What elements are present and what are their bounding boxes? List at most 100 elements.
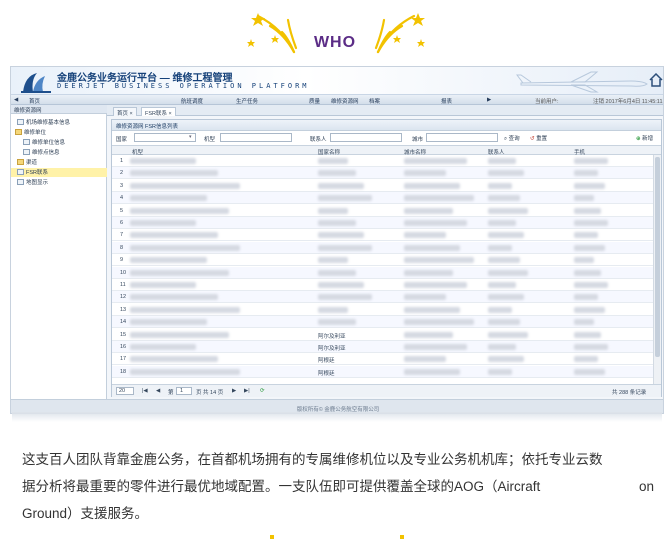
menu-forward-icon[interactable]: ▶: [487, 97, 491, 103]
menu-item[interactable]: 维修资源网: [331, 97, 359, 105]
page-number-input[interactable]: 1: [176, 387, 192, 395]
redacted-cell: [404, 282, 467, 288]
add-button[interactable]: ⊕ 新增: [636, 134, 653, 142]
redacted-cell: [318, 269, 356, 276]
table-row[interactable]: 15 阿尔及利亚: [112, 329, 653, 341]
sidebar-item[interactable]: 渠道: [11, 158, 107, 167]
redacted-cell: [404, 331, 453, 338]
fsr-list-panel: 维修资源网 FSR信息列表 国家 ▾ 机型 联系人 城市 ⌕ 查询 ↺ 重置 ⊕…: [111, 119, 662, 397]
table-row[interactable]: 12: [112, 291, 653, 304]
panel-title: 维修资源网 FSR信息列表: [112, 120, 661, 131]
table-row[interactable]: 7: [112, 229, 653, 242]
redacted-cell: [130, 294, 218, 301]
reset-button[interactable]: ↺ 重置: [530, 134, 547, 142]
table-row[interactable]: 18 阿根廷: [112, 365, 653, 378]
table-row[interactable]: 6: [112, 217, 653, 229]
redacted-cell: [318, 220, 356, 226]
table-row[interactable]: 3: [112, 180, 653, 192]
row-number: 15: [120, 331, 127, 338]
row-number: 10: [120, 269, 127, 276]
sidebar-item[interactable]: FSR联系: [11, 168, 107, 177]
redacted-cell: [488, 170, 524, 177]
redacted-cell: [130, 182, 240, 189]
redacted-cell: [130, 158, 196, 164]
last-page-icon[interactable]: ▶|: [244, 388, 250, 394]
sidebar-item[interactable]: 维修单位: [11, 128, 107, 137]
sidebar-item[interactable]: 维修点信息: [11, 148, 107, 157]
caption-line: 这支百人团队背靠金鹿公务，在首都机场拥有的专属维修机位以及专业公务机机库；依托专…: [22, 452, 603, 467]
filter-bar: 国家 ▾ 机型 联系人 城市 ⌕ 查询 ↺ 重置 ⊕ 新增: [112, 131, 661, 145]
tab-strip: 首页 × FSR联系 ×: [107, 105, 663, 117]
sidebar-item-label: 机场维修基本信息: [26, 120, 71, 126]
row-number: 8: [120, 244, 124, 251]
query-button[interactable]: ⌕ 查询: [504, 134, 520, 143]
table-row[interactable]: 17 阿根廷: [112, 353, 653, 366]
caption-line: Ground）支援服务。: [22, 506, 149, 521]
table-row[interactable]: 10: [112, 266, 653, 279]
table-row[interactable]: 14: [112, 316, 653, 329]
table-row[interactable]: 1: [112, 155, 653, 167]
sidebar-item-label: 地图显示: [26, 180, 49, 186]
next-page-icon[interactable]: ▶: [232, 388, 236, 394]
contact-input[interactable]: [330, 133, 402, 142]
folder-icon: [15, 129, 22, 135]
redacted-cell: [488, 195, 520, 202]
country-cell: 阿尔及利亚: [318, 346, 346, 352]
menu-item[interactable]: 质量: [309, 97, 320, 105]
table-row[interactable]: 8: [112, 241, 653, 254]
menu-item[interactable]: 首页: [29, 97, 40, 105]
redacted-cell: [488, 356, 524, 363]
refresh-icon[interactable]: ⟳: [260, 388, 265, 394]
redacted-cell: [130, 282, 196, 288]
table-row[interactable]: 11: [112, 279, 653, 291]
redacted-cell: [574, 356, 598, 363]
redacted-cell: [404, 306, 460, 313]
menu-item[interactable]: 档案: [369, 97, 380, 105]
redacted-cell: [574, 232, 598, 239]
scrollbar-thumb[interactable]: [655, 157, 660, 357]
aircraft-type-input[interactable]: [220, 133, 292, 142]
row-number: 4: [120, 195, 124, 202]
redacted-cell: [130, 220, 196, 226]
screenshot-shadow: [12, 412, 662, 422]
prev-page-icon[interactable]: ◀: [156, 388, 160, 394]
menu-item[interactable]: 生产任务: [236, 97, 258, 105]
redacted-cell: [130, 356, 218, 363]
row-number: 1: [120, 158, 124, 164]
document-icon: [23, 139, 30, 145]
status-datetime: 注销 2017年6月4日 11:45:11: [593, 99, 663, 105]
table-row[interactable]: 5: [112, 205, 653, 217]
contact-label: 联系人: [310, 137, 327, 143]
tab-fsr-contact[interactable]: FSR联系 ×: [141, 107, 176, 117]
row-number: 9: [120, 257, 124, 264]
row-number: 7: [120, 232, 124, 239]
redacted-cell: [574, 344, 608, 350]
table-row[interactable]: 13: [112, 304, 653, 316]
redacted-cell: [404, 356, 446, 363]
sidebar-item-label: 渠道: [26, 160, 38, 166]
grid-scrollbar[interactable]: [653, 155, 661, 384]
page-size-select[interactable]: 20: [116, 387, 134, 395]
caption-paragraph: 这支百人团队背靠金鹿公务，在首都机场拥有的专属维修机位以及专业公务机机库；依托专…: [22, 446, 654, 527]
city-input[interactable]: [426, 133, 498, 142]
who-header: WHO: [0, 0, 670, 66]
sidebar-item[interactable]: 地图显示: [11, 178, 107, 187]
reset-icon: ↺: [530, 136, 535, 142]
menu-item[interactable]: 报表: [441, 97, 452, 105]
sidebar-item[interactable]: 维修单位信息: [11, 138, 107, 147]
table-row[interactable]: 2: [112, 167, 653, 180]
chevron-down-icon[interactable]: ▾: [189, 134, 192, 140]
redacted-cell: [488, 158, 516, 164]
first-page-icon[interactable]: |◀: [142, 388, 148, 394]
table-row[interactable]: 4: [112, 192, 653, 205]
redacted-cell: [488, 269, 528, 276]
menu-back-icon[interactable]: ◀: [14, 97, 18, 103]
who-title: WHO: [313, 34, 357, 51]
tab-home[interactable]: 首页 ×: [113, 107, 137, 117]
table-row[interactable]: 9: [112, 254, 653, 267]
home-icon[interactable]: [649, 73, 663, 87]
sidebar-item[interactable]: 机场维修基本信息: [11, 118, 107, 127]
country-select[interactable]: [134, 133, 196, 142]
menu-item[interactable]: 航班调度: [181, 97, 203, 105]
table-row[interactable]: 16 阿尔及利亚: [112, 341, 653, 353]
